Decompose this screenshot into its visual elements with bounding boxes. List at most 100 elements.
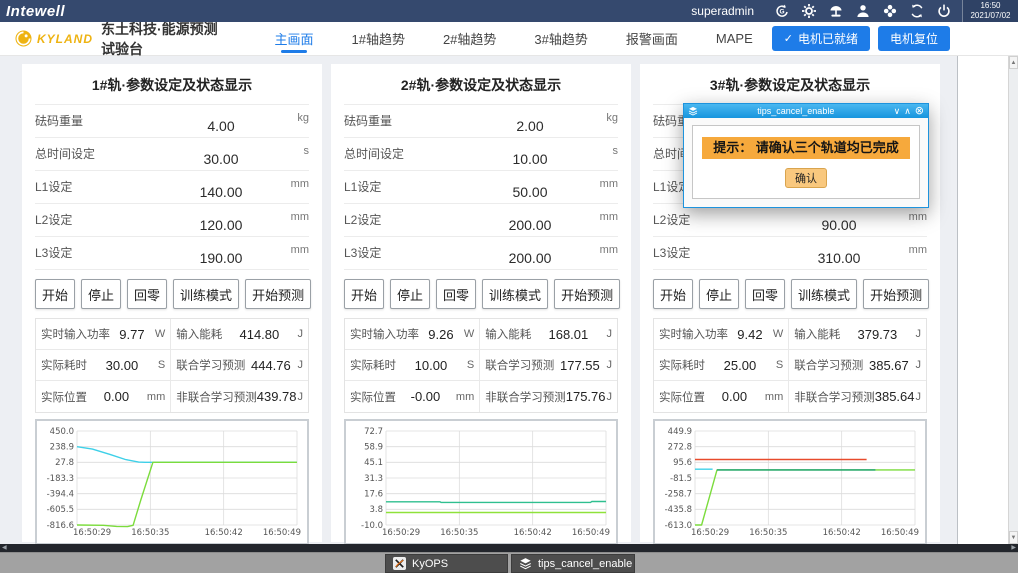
right-blank-area <box>957 56 1008 544</box>
tips-dialog-window: tips_cancel_enable ∨ ∧ ⊗ 提示： 请确认三个轨道均已完成… <box>683 103 929 208</box>
param-value-field[interactable]: 140.00 <box>171 171 271 203</box>
panel-title: 2#轨·参数设定及状态显示 <box>344 64 618 104</box>
scroll-left-arrow[interactable]: ◀ <box>2 544 7 552</box>
scroll-down-arrow[interactable]: ▼ <box>1009 531 1018 544</box>
close-icon[interactable]: ⊗ <box>915 106 924 116</box>
dialog-titlebar[interactable]: tips_cancel_enable ∨ ∧ ⊗ <box>684 104 928 118</box>
param-value-field[interactable]: 50.00 <box>480 171 580 203</box>
federated-prediction: 联合学习预测177.55J <box>479 350 617 381</box>
confirm-button[interactable]: 确认 <box>785 168 827 188</box>
chart-box: 449.9272.895.6-81.5-258.7-435.8-613.016:… <box>653 419 927 545</box>
param-value-field[interactable]: 310.00 <box>789 237 889 269</box>
param-value-field[interactable]: 200.00 <box>480 237 580 269</box>
network-icon[interactable] <box>828 3 844 19</box>
status-value: 9.77 <box>110 327 154 342</box>
svg-text:238.9: 238.9 <box>50 442 74 452</box>
l3-param: L3设定200.00mm <box>344 237 618 270</box>
actual-elapsed-time: 实际耗时10.00S <box>345 350 479 381</box>
stop-button[interactable]: 停止 <box>81 279 121 309</box>
kyops-icon <box>393 557 406 570</box>
taskbar-item-kyops[interactable]: KyOPS <box>385 554 508 573</box>
input-energy: 输入能耗379.73J <box>788 319 926 350</box>
start-predict-button[interactable]: 开始预测 <box>863 279 929 309</box>
tab-mape[interactable]: MAPE <box>697 22 772 55</box>
sync-icon[interactable]: G <box>774 3 790 19</box>
stop-button[interactable]: 停止 <box>390 279 430 309</box>
start-predict-button[interactable]: 开始预测 <box>554 279 620 309</box>
realtime-input-power: 实时输入功率9.26W <box>345 319 479 350</box>
l3-param: L3设定310.00mm <box>653 237 927 270</box>
horizontal-scrollbar[interactable]: ◀ ▶ <box>0 544 1018 552</box>
user-menu[interactable]: superadmin <box>691 4 754 18</box>
weight-param: 砝码重量2.00kg <box>344 105 618 138</box>
start-button[interactable]: 开始 <box>653 279 693 309</box>
train-mode-button[interactable]: 训练模式 <box>791 279 857 309</box>
status-unit: J <box>916 328 922 340</box>
zero-return-button[interactable]: 回零 <box>436 279 476 309</box>
svg-text:17.6: 17.6 <box>364 489 383 499</box>
minimize-icon[interactable]: ∨ <box>894 106 901 116</box>
stop-button[interactable]: 停止 <box>699 279 739 309</box>
power-icon[interactable] <box>936 3 952 19</box>
motor-reset-button[interactable]: 电机复位 <box>878 26 950 51</box>
param-list: 砝码重量2.00kg总时间设定10.00sL1设定50.00mmL2设定200.… <box>344 104 618 270</box>
tab-main-screen[interactable]: 主画面 <box>255 22 332 55</box>
status-value: 168.01 <box>531 327 605 342</box>
kyland-logo-icon <box>14 29 33 48</box>
settings-icon[interactable] <box>801 3 817 19</box>
param-value-field[interactable]: 2.00 <box>480 105 580 137</box>
tab-alarm-screen[interactable]: 报警画面 <box>607 22 697 55</box>
federated-prediction: 联合学习预测444.76J <box>170 350 308 381</box>
start-button[interactable]: 开始 <box>344 279 384 309</box>
start-button[interactable]: 开始 <box>35 279 75 309</box>
refresh-icon[interactable] <box>909 3 925 19</box>
param-value-field[interactable]: 4.00 <box>171 105 271 137</box>
svg-text:16:50:35: 16:50:35 <box>440 528 478 538</box>
param-value-field[interactable]: 200.00 <box>480 204 580 236</box>
param-unit: mm <box>889 204 927 236</box>
status-unit: J <box>916 391 922 403</box>
svg-text:16:50:49: 16:50:49 <box>881 528 919 538</box>
train-mode-button[interactable]: 训练模式 <box>482 279 548 309</box>
param-label: 总时间设定 <box>344 138 480 170</box>
status-value: 177.55 <box>554 358 605 373</box>
status-table: 实时输入功率9.26W输入能耗168.01J实际耗时10.00S联合学习预测17… <box>344 318 618 413</box>
svg-text:95.6: 95.6 <box>673 458 692 468</box>
train-mode-button[interactable]: 训练模式 <box>173 279 239 309</box>
status-value: 379.73 <box>840 327 914 342</box>
maximize-icon[interactable]: ∧ <box>904 106 911 116</box>
tab-axis3-trend[interactable]: 3#轴趋势 <box>515 22 606 55</box>
status-label: 实时输入功率 <box>659 326 728 342</box>
clock-date: 2021/07/02 <box>970 11 1011 21</box>
param-value-field[interactable]: 120.00 <box>171 204 271 236</box>
user-icon[interactable] <box>855 3 871 19</box>
non-federated-prediction: 非联合学习预测385.64J <box>788 381 926 412</box>
l2-param: L2设定120.00mm <box>35 204 309 237</box>
param-value-field[interactable]: 190.00 <box>171 237 271 269</box>
status-label: 输入能耗 <box>794 326 840 342</box>
motor-ready-button[interactable]: ✓电机已就绪 <box>772 26 870 51</box>
vertical-scrollbar[interactable]: ▲ ▼ <box>1008 56 1018 544</box>
status-value: 9.26 <box>419 327 463 342</box>
scroll-right-arrow[interactable]: ▶ <box>1011 544 1016 552</box>
param-label: L2设定 <box>653 204 789 236</box>
zero-return-button[interactable]: 回零 <box>745 279 785 309</box>
param-label: L2设定 <box>35 204 171 236</box>
status-unit: W <box>773 328 783 340</box>
param-value-field[interactable]: 30.00 <box>171 138 271 170</box>
system-tray-icons: G <box>774 3 952 19</box>
status-value: 9.42 <box>728 327 772 342</box>
taskbar-item-label: KyOPS <box>412 558 448 570</box>
apps-icon[interactable] <box>882 3 898 19</box>
taskbar-item-tips-dialog[interactable]: tips_cancel_enable <box>511 554 635 573</box>
zero-return-button[interactable]: 回零 <box>127 279 167 309</box>
status-table: 实时输入功率9.42W输入能耗379.73J实际耗时25.00S联合学习预测38… <box>653 318 927 413</box>
status-label: 实际位置 <box>350 389 396 405</box>
param-value-field[interactable]: 90.00 <box>789 204 889 236</box>
start-predict-button[interactable]: 开始预测 <box>245 279 311 309</box>
param-value-field[interactable]: 10.00 <box>480 138 580 170</box>
scroll-up-arrow[interactable]: ▲ <box>1009 56 1018 69</box>
total-time-param: 总时间设定10.00s <box>344 138 618 171</box>
tab-axis2-trend[interactable]: 2#轴趋势 <box>424 22 515 55</box>
tab-axis1-trend[interactable]: 1#轴趋势 <box>332 22 423 55</box>
